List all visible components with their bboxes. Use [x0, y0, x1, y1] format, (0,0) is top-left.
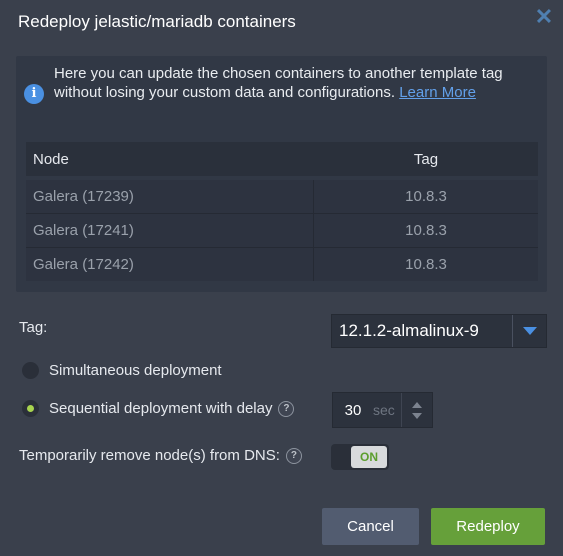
delay-unit: sec	[373, 402, 395, 418]
dns-toggle[interactable]: ON	[331, 444, 389, 470]
row-node: Galera (17241)	[26, 214, 314, 247]
row-tag: 10.8.3	[405, 256, 447, 273]
table-body: Galera (17239) 10.8.3 Galera (17241) 10.…	[26, 180, 538, 281]
row-node: Galera (17239)	[26, 180, 314, 213]
learn-more-link[interactable]: Learn More	[399, 84, 476, 101]
sequential-option[interactable]: Sequential deployment with delay ?	[22, 400, 295, 417]
header-node: Node	[33, 150, 69, 168]
sequential-radio[interactable]	[22, 400, 39, 417]
nodes-table: Node Tag Galera (17239) 10.8.3 Galera (1…	[26, 142, 538, 281]
increment-icon[interactable]	[412, 401, 422, 408]
decrement-icon[interactable]	[412, 412, 422, 419]
delay-stepper[interactable]: 30 sec	[332, 392, 433, 428]
redeploy-dialog: Redeploy jelastic/mariadb containers ✕ i…	[0, 0, 563, 556]
row-tag: 10.8.3	[405, 188, 447, 205]
table-row: Galera (17241) 10.8.3	[26, 213, 538, 247]
toggle-state: ON	[351, 446, 387, 468]
tag-select-value: 12.1.2-almalinux-9	[339, 321, 479, 340]
info-text: Here you can update the chosen container…	[54, 64, 524, 102]
chevron-down-icon	[522, 327, 537, 335]
stepper-arrows[interactable]	[401, 393, 432, 427]
simultaneous-option[interactable]: Simultaneous deployment	[22, 362, 222, 379]
dns-label: Temporarily remove node(s) from DNS:	[19, 447, 280, 464]
table-header: Node Tag	[26, 142, 538, 176]
simultaneous-radio[interactable]	[22, 362, 39, 379]
dialog-title: Redeploy jelastic/mariadb containers	[18, 12, 296, 31]
close-icon[interactable]: ✕	[533, 6, 555, 28]
header-tag: Tag	[413, 150, 439, 168]
dropdown-arrow[interactable]	[512, 315, 546, 347]
table-row: Galera (17242) 10.8.3	[26, 247, 538, 281]
tag-label: Tag:	[19, 319, 48, 336]
info-icon: i	[24, 84, 44, 104]
help-icon[interactable]: ?	[285, 447, 302, 464]
sequential-label: Sequential deployment with delay	[49, 400, 273, 417]
row-node: Galera (17242)	[26, 248, 314, 281]
help-icon[interactable]: ?	[278, 400, 295, 417]
tag-select[interactable]: 12.1.2-almalinux-9	[331, 314, 547, 348]
redeploy-button[interactable]: Redeploy	[431, 508, 545, 545]
info-panel: i Here you can update the chosen contain…	[16, 56, 547, 292]
row-tag: 10.8.3	[405, 222, 447, 239]
dns-option: Temporarily remove node(s) from DNS: ?	[19, 447, 302, 464]
radio-selected-dot	[27, 405, 34, 412]
delay-value[interactable]: 30	[333, 402, 373, 419]
table-row: Galera (17239) 10.8.3	[26, 180, 538, 213]
simultaneous-label: Simultaneous deployment	[49, 362, 222, 379]
cancel-button[interactable]: Cancel	[322, 508, 419, 545]
